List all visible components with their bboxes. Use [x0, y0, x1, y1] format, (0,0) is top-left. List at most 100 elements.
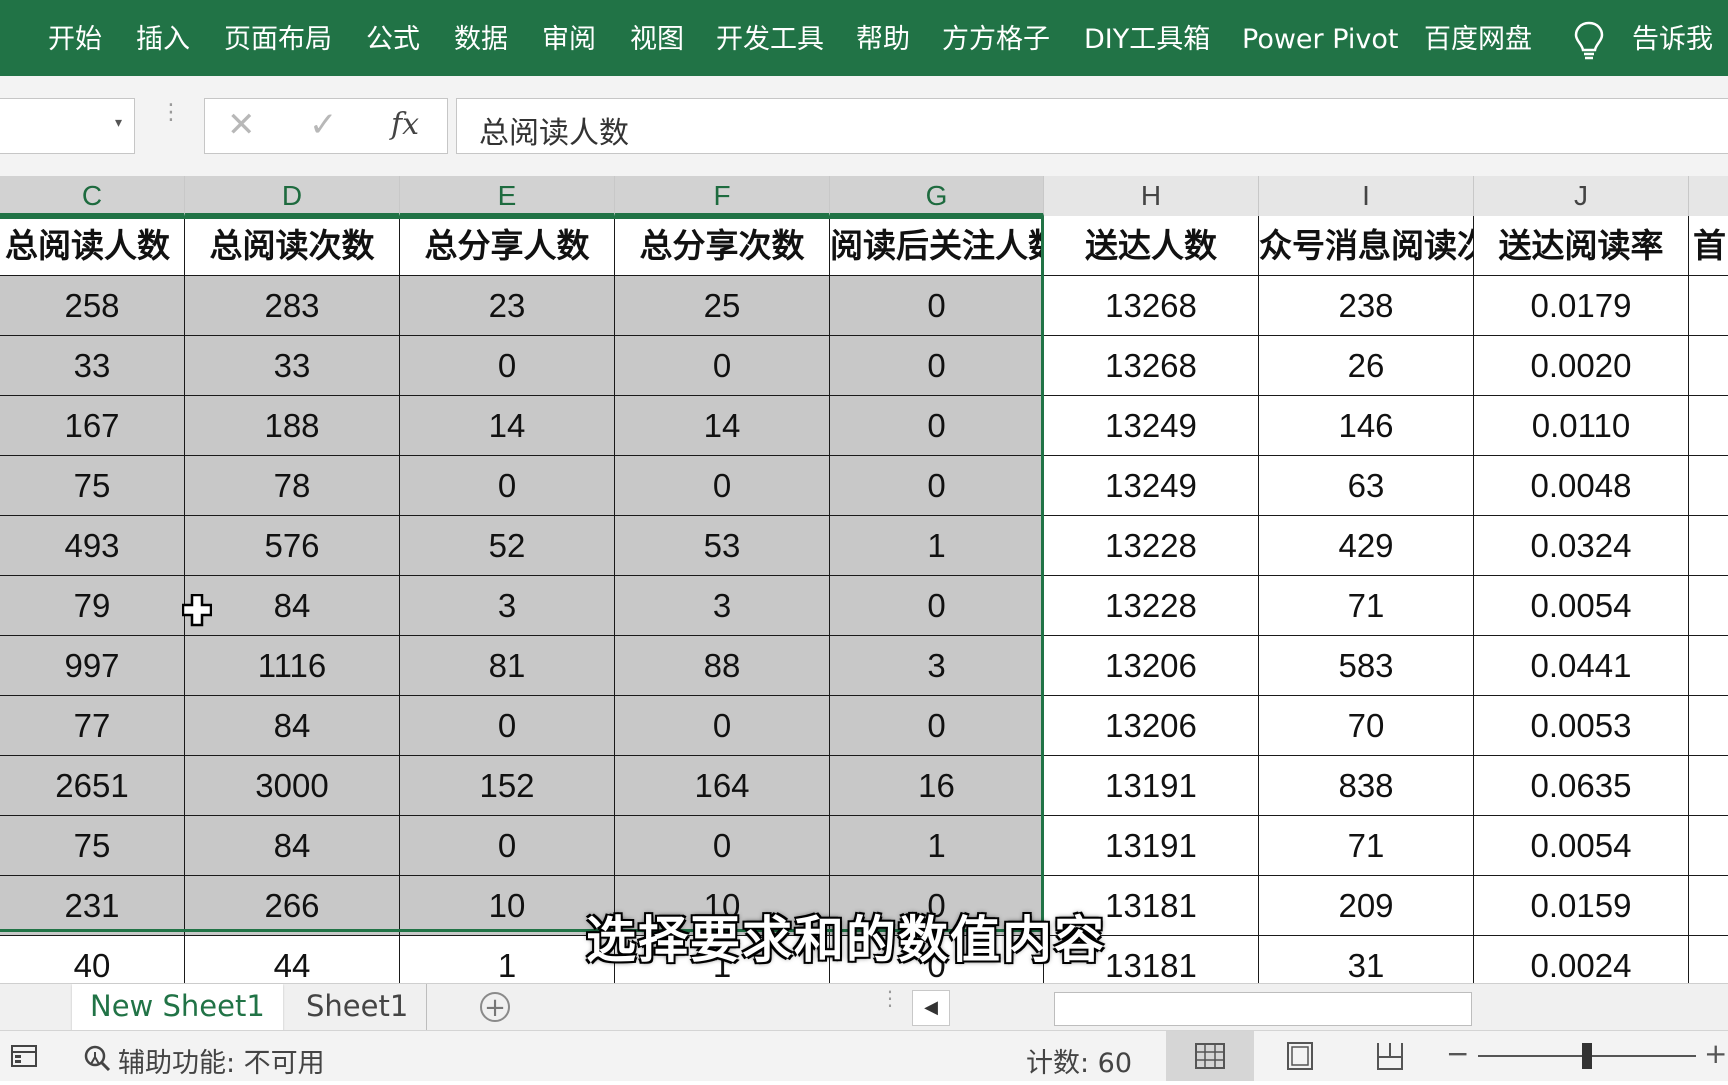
header-cell[interactable]: 阅读后关注人数	[830, 216, 1044, 276]
table-cell[interactable]: 0.0635	[1474, 756, 1689, 816]
table-cell[interactable]: 13206	[1044, 696, 1259, 756]
column-header-g[interactable]: G	[830, 176, 1044, 216]
table-cell[interactable]: 0	[830, 396, 1044, 456]
tab-baidu-netdisk[interactable]: 百度网盘	[1424, 22, 1532, 58]
tab-page-layout[interactable]: 页面布局	[224, 22, 332, 58]
table-cell[interactable]: 0.0054	[1474, 576, 1689, 636]
table-cell[interactable]: 0	[830, 456, 1044, 516]
table-cell[interactable]: 13249	[1044, 396, 1259, 456]
tab-fangfanggezi[interactable]: 方方格子	[942, 22, 1050, 58]
tab-review[interactable]: 审阅	[542, 22, 596, 58]
table-cell[interactable]: 266	[185, 876, 400, 936]
zoom-out-button[interactable]: −	[1446, 1037, 1469, 1070]
table-cell[interactable]: 2651	[0, 756, 185, 816]
table-cell[interactable]: 209	[1259, 876, 1474, 936]
table-cell[interactable]: 0.0159	[1474, 876, 1689, 936]
table-cell[interactable]: 0	[830, 576, 1044, 636]
table-cell[interactable]: 164	[615, 756, 830, 816]
sheet-tab-sheet1[interactable]: Sheet1	[288, 984, 428, 1030]
table-cell[interactable]: 283	[185, 276, 400, 336]
table-cell[interactable]: 53	[615, 516, 830, 576]
table-cell[interactable]: 13191	[1044, 816, 1259, 876]
table-cell[interactable]: 167	[0, 396, 185, 456]
formula-input[interactable]: 总阅读人数	[456, 98, 1728, 154]
table-cell[interactable]: 258	[0, 276, 185, 336]
table-cell[interactable]: 1116	[185, 636, 400, 696]
tab-insert[interactable]: 插入	[136, 22, 190, 58]
table-cell[interactable]: 33	[185, 336, 400, 396]
column-header-f[interactable]: F	[615, 176, 830, 216]
table-cell[interactable]: 0	[615, 456, 830, 516]
table-cell[interactable]: 231	[0, 876, 185, 936]
table-cell[interactable]: 0.0179	[1474, 276, 1689, 336]
table-cell[interactable]: 14	[615, 396, 830, 456]
function-icon[interactable]: fx	[391, 105, 419, 145]
zoom-in-button[interactable]: +	[1704, 1037, 1727, 1070]
tab-formulas[interactable]: 公式	[366, 22, 420, 58]
table-cell[interactable]: 31	[1259, 936, 1474, 983]
tab-help[interactable]: 帮助	[856, 22, 910, 58]
table-cell[interactable]: 1	[400, 936, 615, 983]
table-cell[interactable]: 40	[0, 936, 185, 983]
chevron-down-icon[interactable]: ▾	[115, 115, 122, 131]
table-cell[interactable]: 1	[830, 516, 1044, 576]
table-cell[interactable]: 52	[400, 516, 615, 576]
header-cell[interactable]: 总阅读人数	[0, 216, 185, 276]
table-cell[interactable]	[1689, 696, 1728, 756]
cancel-icon[interactable]: ✕	[227, 105, 256, 145]
table-cell[interactable]: 75	[0, 456, 185, 516]
table-cell[interactable]: 13268	[1044, 276, 1259, 336]
table-cell[interactable]: 23	[400, 276, 615, 336]
table-cell[interactable]: 78	[185, 456, 400, 516]
table-cell[interactable]: 0.0048	[1474, 456, 1689, 516]
table-cell[interactable]	[1689, 936, 1728, 983]
table-cell[interactable]: 13228	[1044, 576, 1259, 636]
table-cell[interactable]: 0	[830, 276, 1044, 336]
table-cell[interactable]	[1689, 756, 1728, 816]
table-cell[interactable]: 13268	[1044, 336, 1259, 396]
tab-developer[interactable]: 开发工具	[716, 22, 824, 58]
table-cell[interactable]: 238	[1259, 276, 1474, 336]
macro-record-icon[interactable]	[10, 1043, 40, 1069]
table-cell[interactable]	[1689, 276, 1728, 336]
table-cell[interactable]: 0	[615, 336, 830, 396]
table-cell[interactable]: 84	[185, 816, 400, 876]
table-cell[interactable]: 1	[830, 816, 1044, 876]
table-cell[interactable]: 0.0110	[1474, 396, 1689, 456]
table-cell[interactable]: 0.0053	[1474, 696, 1689, 756]
table-cell[interactable]: 88	[615, 636, 830, 696]
header-cell[interactable]: 众号消息阅读次	[1259, 216, 1474, 276]
table-cell[interactable]: 0	[830, 696, 1044, 756]
column-header-i[interactable]: I	[1259, 176, 1474, 216]
normal-view-button[interactable]	[1166, 1031, 1254, 1081]
table-cell[interactable]: 70	[1259, 696, 1474, 756]
table-cell[interactable]: 3000	[185, 756, 400, 816]
table-cell[interactable]: 0	[615, 696, 830, 756]
table-cell[interactable]: 13206	[1044, 636, 1259, 696]
table-cell[interactable]: 63	[1259, 456, 1474, 516]
table-cell[interactable]: 0	[615, 816, 830, 876]
table-cell[interactable]: 0	[400, 456, 615, 516]
header-cell[interactable]: 首	[1689, 216, 1728, 276]
table-cell[interactable]: 152	[400, 756, 615, 816]
formula-bar-resize-handle[interactable]: ⋮	[160, 102, 182, 124]
tab-split-handle[interactable]: ⋮	[880, 988, 900, 1008]
table-cell[interactable]: 84	[185, 696, 400, 756]
table-cell[interactable]: 0	[400, 696, 615, 756]
header-cell[interactable]: 送达人数	[1044, 216, 1259, 276]
page-layout-view-button[interactable]	[1256, 1031, 1344, 1081]
table-cell[interactable]: 0.0024	[1474, 936, 1689, 983]
table-cell[interactable]: 13249	[1044, 456, 1259, 516]
column-header-h[interactable]: H	[1044, 176, 1259, 216]
table-cell[interactable]: 0	[400, 816, 615, 876]
table-cell[interactable]	[1689, 396, 1728, 456]
tab-data[interactable]: 数据	[454, 22, 508, 58]
table-cell[interactable]	[1689, 576, 1728, 636]
column-header-k[interactable]	[1689, 176, 1728, 216]
table-cell[interactable]: 81	[400, 636, 615, 696]
tab-diy-toolbox[interactable]: DIY工具箱	[1084, 22, 1210, 58]
table-cell[interactable]: 16	[830, 756, 1044, 816]
header-cell[interactable]: 送达阅读率	[1474, 216, 1689, 276]
table-cell[interactable]: 44	[185, 936, 400, 983]
horizontal-scrollbar[interactable]	[1054, 992, 1472, 1026]
